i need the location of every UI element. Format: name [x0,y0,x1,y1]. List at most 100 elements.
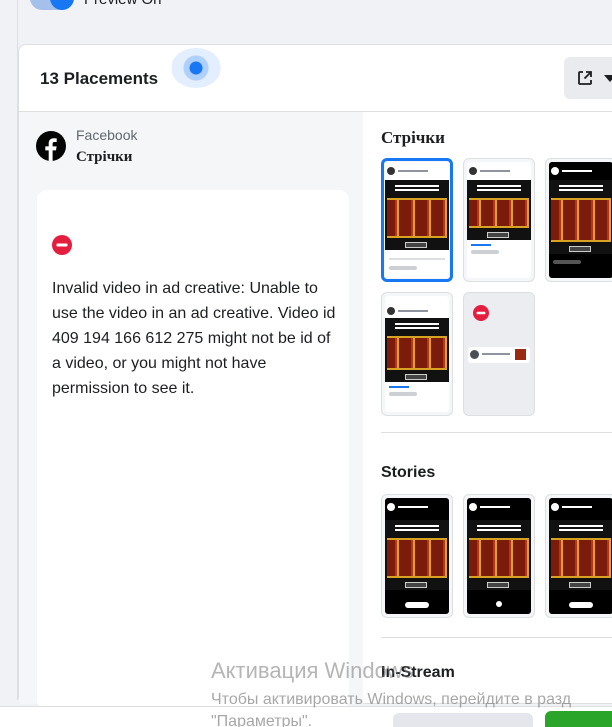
windows-activation-line2: "Параметры". [211,713,313,727]
placement-thumbnails-column: Стрічки Stories In-Stream [363,112,612,704]
thumb-card [467,498,531,614]
ad-image [387,198,447,238]
avatar [469,167,477,175]
thumb-card [549,162,612,278]
thumb-card [467,162,531,278]
avatar [469,503,477,511]
error-icon [473,305,489,321]
ad-text [395,525,439,527]
section-divider [381,432,612,433]
section-title-stories: Stories [381,464,436,481]
ad-image [387,336,447,370]
placement-thumb-feed-4[interactable] [381,292,453,416]
avatar [387,307,395,315]
ad-image [551,538,611,578]
google-play-badge [569,582,591,588]
placement-position-name: Стрічки [76,149,133,165]
thumb-progress [389,386,409,388]
google-play-badge [487,582,509,588]
placement-thumb-feed-3[interactable] [545,158,612,282]
avatar [387,503,395,511]
placements-panel: 13 Placements Facebook Стрічки Invalid v… [18,44,612,710]
thumb-header [387,306,447,318]
google-play-badge [405,242,427,248]
thumb-name-line [482,353,510,355]
avatar [470,350,479,359]
external-link-icon [578,71,592,85]
thumb-header [551,502,611,514]
open-preview-dropdown-button[interactable] [564,57,612,99]
ad-image [387,538,447,578]
error-message: Invalid video in ad creative: Unable to … [52,280,336,397]
ad-text [559,185,603,187]
thumb-actions [553,260,581,264]
thumb-actions [389,392,417,396]
ad-text [395,185,439,187]
placement-detail-column: Facebook Стрічки Invalid video in ad cre… [19,112,363,710]
windows-activation-title: Активация Windows [211,658,414,683]
thumb-name-line [562,170,592,172]
placements-count-title: 13 Placements [40,69,159,88]
ad-text [395,323,439,325]
facebook-icon [36,131,66,161]
thumb-header [387,166,447,178]
preview-toolbar: Preview On [18,0,612,44]
cta-dot [496,601,502,607]
google-play-badge [405,582,427,588]
thumb-name-line [398,170,428,172]
thumb-header [551,166,611,178]
cursor-focus-indicator [171,48,221,88]
placement-thumb-stories-1[interactable] [381,494,453,618]
preview-toggle[interactable] [30,0,74,10]
ad-creative [385,520,449,590]
ad-creative [385,180,449,250]
windows-activation-line1: Чтобы активировать Windows, перейдите в … [211,691,572,708]
thumb-name-line [562,506,592,508]
thumb-progress [471,244,491,246]
placement-thumb-feed-2[interactable] [463,158,535,282]
ad-text [559,525,603,527]
error-card: Invalid video in ad creative: Unable to … [37,190,349,710]
error-icon [52,235,72,255]
google-play-badge [487,232,509,238]
ad-image [469,198,529,228]
placement-thumb-feed-5[interactable] [463,292,535,416]
thumb-actions [389,266,417,270]
ad-creative [467,180,531,240]
back-button[interactable] [393,713,533,727]
thumb-footer [389,258,445,260]
thumb-mini-post [468,347,530,363]
thumb-card [385,162,449,278]
platform-name: Facebook [76,127,138,143]
placement-thumb-stories-2[interactable] [463,494,535,618]
cta-pill [405,602,429,608]
avatar [551,167,559,175]
thumb-card [385,296,449,412]
google-play-badge [405,374,427,380]
ad-text [477,525,521,527]
thumb-name-line [398,310,428,312]
thumb-name-line [398,506,428,508]
google-play-badge [569,246,591,252]
ad-image [469,538,529,578]
ad-creative [467,520,531,590]
cta-pill [569,602,593,608]
thumb-header [469,502,529,514]
thumb-name-line [480,170,510,172]
placement-thumb-feed-1[interactable] [381,158,453,282]
ad-image [515,349,526,360]
ad-image [551,198,611,242]
toggle-knob [50,0,74,10]
thumb-name-line [480,506,510,508]
thumb-header [387,502,447,514]
ad-creative [549,520,612,590]
chevron-down-icon [604,75,612,82]
ad-creative [549,180,612,254]
thumb-header [469,166,529,178]
publish-button[interactable] [545,711,612,727]
ad-text [477,185,521,187]
panel-header: 13 Placements [19,45,612,112]
section-title-feeds: Стрічки [381,128,445,147]
thumb-actions [471,250,499,254]
placement-thumb-stories-3[interactable] [545,494,612,618]
